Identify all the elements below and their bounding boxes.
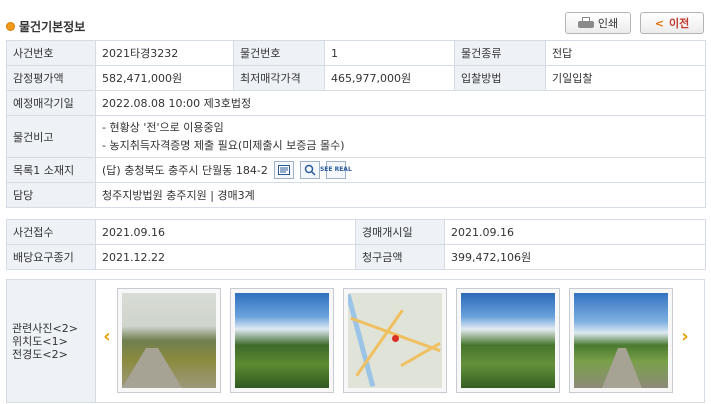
note-line: - 농지취득자격증명 제출 필요(미제출시 보증금 몰수): [102, 138, 345, 152]
case-no-label: 사건번호: [6, 40, 96, 66]
start-value: 2021.09.16: [444, 219, 706, 245]
thumbnail-panorama[interactable]: [569, 288, 673, 393]
note-line: - 현황상 '전'으로 이용중임: [102, 120, 224, 134]
photo-gallery: 관련사진<2> 위치도<1> 전경도<2> ‹ ›: [6, 279, 705, 403]
min-price-value: 465,977,000원: [324, 65, 455, 91]
table-row: 감정평가액 582,471,000원 최저매각가격 465,977,000원 입…: [6, 65, 706, 91]
case-no-value: 2021타경3232: [95, 40, 234, 66]
min-price-label: 최저매각가격: [233, 65, 325, 91]
claim-deadline-label: 배당요구종기: [6, 244, 96, 270]
case-info-table: 사건번호 2021타경3232 물건번호 1 물건종류 전답 감정평가액 582…: [6, 40, 706, 208]
table-row: 목록1 소재지 (답) 충청북도 충주시 단월동 184-2 SEE REAL: [6, 157, 706, 183]
item-no-value: 1: [324, 40, 455, 66]
notes-label: 물건비고: [6, 115, 96, 158]
appraisal-value: 582,471,000원: [95, 65, 234, 91]
gallery-next-icon[interactable]: ›: [678, 326, 692, 347]
sale-date-value: 2022.08.08 10:00 제3호법정: [95, 90, 706, 116]
chevron-left-icon: <: [654, 16, 664, 30]
sale-date-label: 예정매각기일: [6, 90, 96, 116]
table-row: 예정매각기일 2022.08.08 10:00 제3호법정: [6, 90, 706, 116]
case-dates-table: 사건접수 2021.09.16 경매개시일 2021.09.16 배당요구종기 …: [6, 219, 706, 270]
bid-method-value: 기일입찰: [545, 65, 706, 91]
gallery-prev-icon[interactable]: ‹: [100, 326, 114, 347]
table-row: 사건번호 2021타경3232 물건번호 1 물건종류 전답: [6, 40, 706, 66]
map-search-icon[interactable]: [299, 161, 320, 179]
printer-icon: [577, 17, 594, 29]
header: 물건기본정보 인쇄 < 이전: [0, 0, 711, 40]
address-text: (답) 충청북도 충주시 단월동 184-2: [102, 164, 268, 177]
location-map-count-label: 위치도<1>: [12, 334, 68, 348]
received-value: 2021.09.16: [95, 219, 356, 245]
item-no-label: 물건번호: [233, 40, 325, 66]
table-row: 배당요구종기 2021.12.22 청구금액 399,472,106원: [6, 244, 706, 270]
section-title: 물건기본정보: [6, 18, 85, 35]
claim-amount-label: 청구금액: [355, 244, 445, 270]
bullet-icon: [6, 22, 15, 31]
table-row: 담당 청주지방법원 충주지원 | 경매3계: [6, 182, 706, 208]
print-label: 인쇄: [597, 17, 619, 30]
thumbnail-photo[interactable]: [117, 288, 221, 393]
register-icon[interactable]: [273, 161, 294, 179]
thumbnail-location-map[interactable]: [343, 288, 447, 393]
court-value: 청주지방법원 충주지원 | 경매3계: [95, 182, 706, 208]
address-value: (답) 충청북도 충주시 단월동 184-2 SEE REAL: [95, 157, 706, 183]
received-label: 사건접수: [6, 219, 96, 245]
claim-deadline-value: 2021.12.22: [95, 244, 356, 270]
see-real-icon[interactable]: SEE REAL: [320, 161, 352, 179]
page-title: 물건기본정보: [19, 20, 86, 34]
notes-value: - 현황상 '전'으로 이용중임 - 농지취득자격증명 제출 필요(미제출시 보…: [95, 115, 706, 158]
print-button[interactable]: 인쇄: [565, 12, 631, 34]
claim-amount-value: 399,472,106원: [444, 244, 706, 270]
start-label: 경매개시일: [355, 219, 445, 245]
court-label: 담당: [6, 182, 96, 208]
item-type-value: 전답: [545, 40, 706, 66]
table-row: 사건접수 2021.09.16 경매개시일 2021.09.16: [6, 219, 706, 245]
table-row: 물건비고 - 현황상 '전'으로 이용중임 - 농지취득자격증명 제출 필요(미…: [6, 115, 706, 158]
appraisal-label: 감정평가액: [6, 65, 96, 91]
address-label: 목록1 소재지: [6, 157, 96, 183]
thumbnail-panorama[interactable]: [456, 288, 560, 393]
photos-count-label: 관련사진<2>: [12, 321, 78, 335]
prev-button[interactable]: < 이전: [640, 12, 704, 34]
bid-method-label: 입찰방법: [454, 65, 546, 91]
prev-label: 이전: [668, 17, 690, 30]
item-type-label: 물건종류: [454, 40, 546, 66]
thumbnail-photo[interactable]: [230, 288, 334, 393]
gallery-label: 관련사진<2> 위치도<1> 전경도<2>: [7, 280, 96, 402]
panorama-count-label: 전경도<2>: [12, 347, 68, 361]
